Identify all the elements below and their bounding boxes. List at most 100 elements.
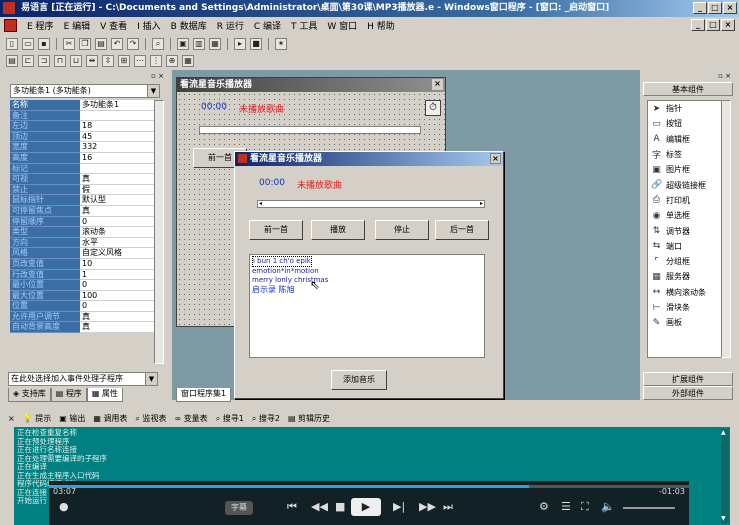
property-value[interactable]: 水平	[80, 237, 158, 249]
tab-variable-table[interactable]: ∞ 变量表	[174, 413, 207, 424]
component-select[interactable]: 多功能条1 (多功能条) ▼	[10, 84, 160, 98]
new-file-icon[interactable]: ▯	[6, 38, 18, 50]
tab-program[interactable]: ▤ 程序	[50, 388, 87, 402]
close-button[interactable]: ×	[723, 2, 737, 14]
menu-compile[interactable]: C 编译	[254, 19, 281, 32]
property-row[interactable]: 自动背景高度真	[10, 322, 158, 334]
mdi-minimize-button[interactable]: _	[691, 19, 705, 31]
step-forward-icon[interactable]: ▶|	[393, 500, 405, 513]
component-item[interactable]: ⌜ 分组框	[648, 254, 726, 269]
cut-icon[interactable]: ✂	[63, 38, 75, 50]
stop-icon[interactable]: ■	[335, 500, 345, 513]
minimize-button[interactable]: _	[693, 2, 707, 14]
basic-components-header[interactable]: 基本组件	[643, 82, 733, 96]
fullscreen-icon[interactable]: ⛶	[581, 500, 589, 514]
component-scrollbar[interactable]	[721, 100, 731, 358]
tab-support-library[interactable]: ◈ 支持库	[8, 388, 51, 402]
tab-search1[interactable]: ⌕ 搜寻1	[216, 413, 244, 424]
playlist-box[interactable]: i bun 1 ch'o epik emotion*in*motion merr…	[249, 254, 485, 358]
paste-icon[interactable]: ▤	[95, 38, 107, 50]
component-item[interactable]: ▦ 服务器	[648, 269, 726, 284]
vspace-icon[interactable]: ⋮	[150, 55, 162, 67]
property-value[interactable]: 滚动条	[80, 227, 158, 238]
property-value[interactable]: 多功能条1	[80, 100, 158, 111]
menu-help[interactable]: H 帮助	[367, 19, 395, 32]
property-row[interactable]: 最大位置 100	[10, 290, 158, 302]
property-value[interactable]: 真	[80, 205, 158, 217]
component-item[interactable]: 字标签	[648, 147, 726, 162]
user-icon[interactable]: ●	[59, 500, 69, 513]
component-item[interactable]: ▣ 图片框	[648, 162, 726, 177]
align-right-icon[interactable]: ⊐	[38, 55, 50, 67]
debug-icon[interactable]: ✶	[275, 38, 287, 50]
skip-back-icon[interactable]: ⏮	[287, 500, 297, 514]
property-scrollbar[interactable]	[154, 100, 164, 364]
property-row[interactable]: 页改变值 10	[10, 258, 158, 270]
component-item[interactable]: ⇆ 端口	[648, 239, 726, 254]
property-row[interactable]: 左边 18	[10, 121, 158, 132]
property-value[interactable]: 100	[80, 290, 158, 302]
grid-icon[interactable]: ▦	[182, 55, 194, 67]
property-value[interactable]	[80, 163, 158, 175]
property-row[interactable]: 类型 滚动条	[10, 227, 158, 238]
hspace-icon[interactable]: ⋯	[134, 55, 146, 67]
list-item[interactable]: emotion*in*motion	[252, 267, 482, 276]
component-item[interactable]: ◉ 单选框	[648, 208, 726, 223]
property-row[interactable]: 宽度 332	[10, 142, 158, 153]
play-button[interactable]: 播放	[311, 220, 365, 240]
property-value[interactable]: 0	[80, 216, 158, 228]
menu-view[interactable]: V 查看	[100, 19, 127, 32]
align-bottom-icon[interactable]: ⊔	[70, 55, 82, 67]
scroll-up-icon[interactable]: ▲	[721, 429, 726, 438]
progress-scrollbar[interactable]: ◂ ▸	[257, 200, 485, 208]
stop-button[interactable]: 停止	[375, 220, 429, 240]
volume-slider[interactable]	[623, 507, 675, 509]
property-row[interactable]: 位置 0	[10, 301, 158, 312]
menu-run[interactable]: R 运行	[217, 19, 244, 32]
property-value[interactable]: 默认型	[80, 195, 158, 206]
same-size-icon[interactable]: ⊞	[118, 55, 130, 67]
fast-forward-icon[interactable]: ▶▶	[419, 500, 436, 513]
component-item[interactable]: ↔ 横向滚动条	[648, 285, 726, 300]
property-value[interactable]: 假	[80, 184, 158, 196]
align-icon[interactable]: ▤	[6, 55, 18, 67]
list-item[interactable]: i bun 1 ch'o epik	[252, 256, 312, 267]
menu-window[interactable]: W 窗口	[327, 19, 357, 32]
property-value[interactable]: 332	[80, 142, 158, 153]
same-height-icon[interactable]: ⇳	[102, 55, 114, 67]
skip-forward-icon[interactable]: ⏭	[443, 500, 453, 514]
property-value[interactable]: 0	[80, 280, 158, 291]
component-item[interactable]: ▭ 按钮	[648, 116, 726, 131]
property-value[interactable]: 16	[80, 152, 158, 164]
external-components-header[interactable]: 外部组件	[643, 386, 733, 400]
menu-database[interactable]: B 数据库	[171, 19, 207, 32]
list-item[interactable]: merry lonly christmas	[252, 276, 482, 285]
property-value[interactable]: 10	[80, 258, 158, 270]
component-item[interactable]: ⇅ 调节器	[648, 223, 726, 238]
panel-close-icon[interactable]: ×	[8, 414, 15, 423]
open-folder-icon[interactable]: ▭	[22, 38, 34, 50]
find-icon[interactable]: ⌕	[152, 38, 164, 50]
property-value[interactable]	[80, 110, 158, 122]
tab-watch-table[interactable]: ⌕ 监视表	[135, 413, 166, 424]
property-value[interactable]: 真	[80, 311, 158, 323]
tab-clip-history[interactable]: ▤ 剪辑历史	[288, 413, 330, 424]
property-row[interactable]: 方向 水平	[10, 237, 158, 249]
property-row[interactable]: 可视真	[10, 174, 158, 185]
property-row[interactable]: 最小位置 0	[10, 280, 158, 291]
tab-search2[interactable]: ⌕ 搜寻2	[252, 413, 280, 424]
tab-properties[interactable]: ▦ 属性	[86, 388, 123, 402]
add-music-button[interactable]: 添加音乐	[331, 370, 387, 390]
same-width-icon[interactable]: ⇹	[86, 55, 98, 67]
copy-icon[interactable]: ❐	[79, 38, 91, 50]
property-row[interactable]: 鼠标指针 默认型	[10, 195, 158, 206]
event-select[interactable]: 在此处选择加入事件处理子程序 ▼	[8, 372, 158, 386]
property-row[interactable]: 高度 16	[10, 152, 158, 164]
settings-icon[interactable]: ⚙	[539, 500, 549, 513]
window-layout-icon[interactable]: ▣	[177, 38, 189, 50]
center-icon[interactable]: ⊕	[166, 55, 178, 67]
menu-edit[interactable]: E 编辑	[64, 19, 91, 32]
stop-icon[interactable]: ■	[250, 38, 262, 50]
rewind-icon[interactable]: ◀◀	[311, 500, 328, 513]
tab-call-table[interactable]: ▦ 调用表	[93, 413, 127, 424]
